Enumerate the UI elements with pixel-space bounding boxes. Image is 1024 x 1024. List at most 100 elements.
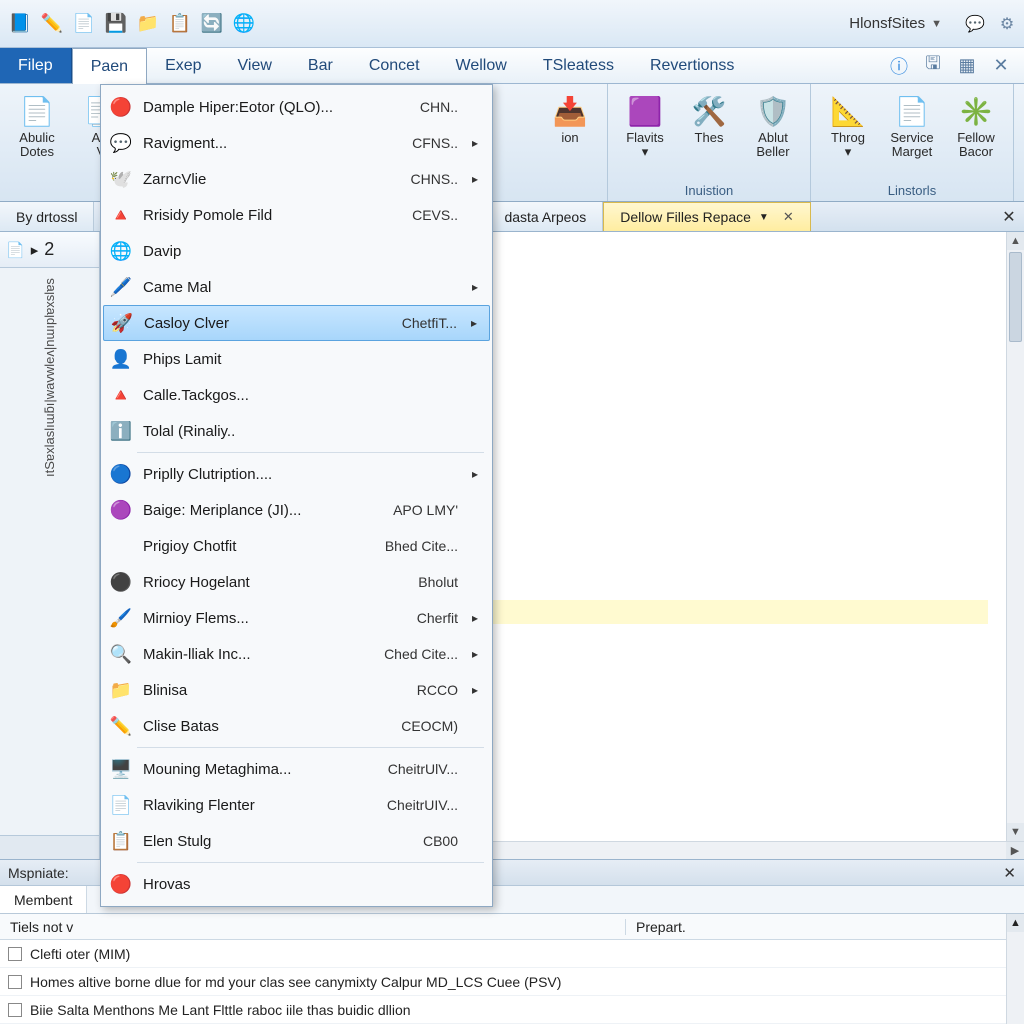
menu-item-label: Came Mal	[143, 279, 448, 296]
ribbon-group-label: Linstorls	[817, 180, 1007, 201]
ribbon-ion[interactable]: 📥ion	[539, 88, 601, 195]
menu-item-12[interactable]: 🟣Baige: Meriplance (JI)...APO LMY'	[103, 492, 490, 528]
qat-refresh-icon[interactable]: 🔄	[200, 12, 224, 36]
menu-item-shortcut: Bholut	[418, 574, 458, 590]
ribbon-group-1: 📥ion	[533, 84, 608, 201]
menu-item-6[interactable]: 🚀Casloy ClverChetfiT...▸	[103, 305, 490, 341]
menu-item-label: Casloy Clver	[144, 315, 392, 332]
bottom-tab[interactable]: Membent	[0, 886, 87, 913]
vertical-scrollbar[interactable]: ▲ ▼	[1006, 232, 1024, 841]
task-row[interactable]: Biie Salta Menthons Me Lant Flttle raboc…	[0, 996, 1006, 1024]
bottom-col2-header[interactable]: Prepart.	[626, 919, 1006, 935]
menu-item-21[interactable]: 📄Rlaviking FlenterCheitrUIV...	[103, 787, 490, 823]
ribbon-flavits[interactable]: 🟪Flavits ▾	[614, 88, 676, 180]
sidepanel-arrow-icon[interactable]: ▸	[31, 241, 39, 259]
menu-item-shortcut: CFNS..	[412, 135, 458, 151]
menu-item-8[interactable]: 🔺Calle.Tackgos...	[103, 377, 490, 413]
scroll-down-arrow-icon[interactable]: ▼	[1007, 823, 1024, 841]
menu-item-11[interactable]: 🔵Priplly Clutription....▸	[103, 456, 490, 492]
task-checkbox[interactable]	[8, 947, 22, 961]
ribbon-abulic-dotes[interactable]: 📄Abulic Dotes	[6, 88, 68, 195]
panel-close-button[interactable]: ✕	[994, 202, 1024, 231]
submenu-arrow-icon: ▸	[468, 467, 482, 481]
submenu-arrow-icon: ▸	[468, 136, 482, 150]
menu-paen[interactable]: Paen	[72, 48, 147, 84]
ribbon-ion-label: ion	[561, 131, 578, 161]
menu-concet[interactable]: Concet	[351, 48, 438, 83]
notification-icon[interactable]: 💬	[966, 15, 984, 33]
scroll-right-arrow-icon[interactable]: ▶	[1006, 842, 1024, 859]
qat-pencil-icon[interactable]: ✏️	[40, 12, 64, 36]
menu-item-22[interactable]: 📋Elen StulgCB00	[103, 823, 490, 859]
menu-tsleatess[interactable]: TSleatess	[525, 48, 632, 83]
qat-globe-icon[interactable]: 🌐	[232, 12, 256, 36]
ribbon-thes[interactable]: 🛠️Thes	[678, 88, 740, 180]
ribbon-service-marget[interactable]: 📄Service Marget	[881, 88, 943, 180]
ribbon-fellow-bacor[interactable]: ✳️Fellow Bacor	[945, 88, 1007, 180]
menu-item-0[interactable]: 🔴Dample Hiper:Eotor (QLO)...CHN..	[103, 89, 490, 125]
ribbon-ablut-beller[interactable]: 🛡️Ablut Beller	[742, 88, 804, 180]
sidepanel-doc-icon[interactable]: 📄	[6, 241, 25, 259]
menu-item-16[interactable]: 🔍Makin-lliak Inc...Ched Cite...▸	[103, 636, 490, 672]
tab-close-icon[interactable]: ✕	[783, 209, 794, 225]
ribbon-flavits-label: Flavits ▾	[626, 131, 664, 161]
bottom-panel-close-button[interactable]: ✕	[1003, 864, 1016, 882]
window-icon[interactable]: ▦	[956, 55, 978, 77]
menu-item-15[interactable]: 🖌️Mirnioy Flems...Cherfit▸	[103, 600, 490, 636]
vertical-scroll-thumb[interactable]	[1009, 252, 1022, 342]
qat-copy-icon[interactable]: 📋	[168, 12, 192, 36]
document-tab-1[interactable]: dasta Arpeos	[488, 202, 603, 231]
menu-item-4[interactable]: 🌐Davip	[103, 233, 490, 269]
menu-bar[interactable]: Bar	[290, 48, 351, 83]
menu-item-3[interactable]: 🔺Rrisidy Pomole FildCEVS..	[103, 197, 490, 233]
scroll-up-arrow-icon[interactable]: ▲	[1007, 914, 1024, 932]
menu-item-14[interactable]: ⚫Rriocy HogelantBholut	[103, 564, 490, 600]
menu-wellow[interactable]: Wellow	[438, 48, 525, 83]
menu-item-5[interactable]: 🖊️Came Mal▸	[103, 269, 490, 305]
document-tab-2[interactable]: Dellow Filles Repace▼✕	[603, 202, 811, 231]
side-panel-collapse-handle[interactable]	[0, 835, 99, 859]
menu-item-label: Baige: Meriplance (JI)...	[143, 502, 383, 519]
help-icon[interactable]: ⓘ	[888, 55, 910, 77]
bottom-vertical-scrollbar[interactable]: ▲	[1006, 914, 1024, 1024]
menu-item-icon: 👤	[109, 347, 133, 371]
ribbon-throg-label: Throg ▾	[831, 131, 865, 161]
qat-folder-icon[interactable]: 📁	[136, 12, 160, 36]
account-dropdown[interactable]: HlonsfSites ▼	[849, 15, 942, 32]
close-icon[interactable]: ✕	[990, 55, 1012, 77]
menu-item-7[interactable]: 👤Phips Lamit	[103, 341, 490, 377]
menu-view[interactable]: View	[220, 48, 290, 83]
ribbon-ablut-beller-label: Ablut Beller	[756, 131, 789, 161]
menu-item-24[interactable]: 🔴Hrovas	[103, 866, 490, 902]
menu-item-20[interactable]: 🖥️Mouning Metaghima...CheitrUlV...	[103, 751, 490, 787]
menu-exep[interactable]: Exep	[147, 48, 219, 83]
menu-item-18[interactable]: ✏️Clise BatasCEOCM)	[103, 708, 490, 744]
ribbon-fellow-bacor-label: Fellow Bacor	[957, 131, 995, 161]
menu-item-shortcut: ChetfiT...	[402, 315, 457, 331]
menu-revertionss[interactable]: Revertionss	[632, 48, 752, 83]
menu-item-9[interactable]: ℹ️ Tolal (Rinaliy..	[103, 413, 490, 449]
menu-item-13[interactable]: Prigioy ChotfitBhed Cite...	[103, 528, 490, 564]
qat-save-icon[interactable]: 💾	[104, 12, 128, 36]
task-row[interactable]: Clefti oter (MIM)	[0, 940, 1006, 968]
app-icon[interactable]: 📘	[8, 12, 32, 36]
task-checkbox[interactable]	[8, 975, 22, 989]
menu-item-icon: 🟣	[109, 498, 133, 522]
document-tab-0[interactable]: By drtossl	[0, 202, 94, 231]
qat-doc-icon[interactable]: 📄	[72, 12, 96, 36]
menu-item-icon: 📄	[109, 793, 133, 817]
save-small-icon[interactable]: 🖫	[922, 55, 944, 77]
bottom-col1-header[interactable]: Tiels not v	[0, 919, 626, 935]
task-checkbox[interactable]	[8, 1003, 22, 1017]
menu-item-label: Tolal (Rinaliy..	[143, 423, 448, 440]
task-row[interactable]: Homes altive borne dlue for md your clas…	[0, 968, 1006, 996]
menu-item-17[interactable]: 📁BlinisaRCCO▸	[103, 672, 490, 708]
settings-icon[interactable]: ⚙	[998, 15, 1016, 33]
ribbon-throg[interactable]: 📐Throg ▾	[817, 88, 879, 180]
menu-item-icon: ℹ️	[109, 419, 133, 443]
menu-item-1[interactable]: 💬Ravigment...CFNS..▸	[103, 125, 490, 161]
menu-filep[interactable]: Filep	[0, 48, 72, 83]
menu-item-icon: 📋	[109, 829, 133, 853]
scroll-up-arrow-icon[interactable]: ▲	[1007, 232, 1024, 250]
menu-item-2[interactable]: 🕊️ZarncVlieCHNS..▸	[103, 161, 490, 197]
